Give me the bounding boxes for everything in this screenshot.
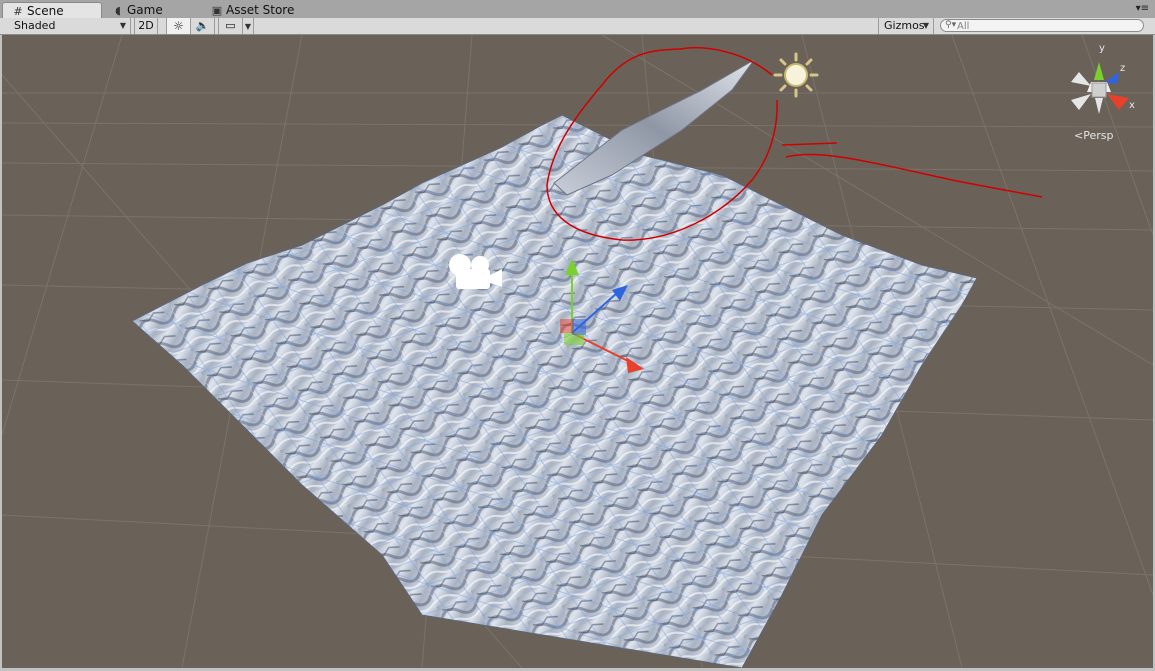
sun-icon: ☼ (173, 19, 184, 33)
gizmos-label: Gizmos (884, 19, 925, 32)
pacman-icon: ◖ (115, 4, 121, 17)
image-icon: ▭ (225, 19, 236, 32)
chevron-down-icon: ▼ (922, 21, 929, 30)
gizmos-dropdown[interactable]: Gizmos ▼ (878, 18, 934, 34)
scene-effects-toggle[interactable]: ▭ (218, 18, 243, 34)
effects-dropdown[interactable]: ▼ (243, 18, 254, 34)
hierarchy-search-input[interactable]: ⚲▾ All (940, 19, 1144, 32)
bag-icon: ▣ (211, 4, 223, 17)
chevron-down-icon: ▼ (119, 21, 126, 30)
window-tab-bar: # Scene ◖ Game ▣ Asset Store ▾≡ (0, 0, 1155, 19)
speaker-icon: 🔈 (195, 19, 210, 32)
axis-z-label: z (1120, 63, 1125, 74)
terrain-wireframe (132, 115, 977, 668)
chevron-down-icon: ▼ (244, 22, 252, 31)
tab-asset-store-label: Asset Store (226, 3, 295, 17)
projection-toggle[interactable]: <Persp (1074, 129, 1113, 142)
2d-toggle-button[interactable]: 2D (134, 18, 158, 34)
search-placeholder: All (957, 21, 970, 32)
render-mode-dropdown[interactable]: Shaded ▼ (0, 18, 131, 34)
axis-x-label: x (1129, 100, 1135, 111)
tab-asset-store[interactable]: ▣ Asset Store (211, 2, 321, 18)
2d-toggle-label: 2D (138, 19, 154, 32)
tab-scene-label: Scene (27, 4, 64, 18)
scene-canvas: y z x (2, 35, 1153, 668)
render-mode-label: Shaded (14, 19, 56, 32)
search-icon: ⚲▾ (945, 20, 957, 30)
chevron-left-icon: < (1074, 129, 1084, 142)
projection-label: Persp (1083, 129, 1114, 142)
tab-scene[interactable]: # Scene (2, 2, 102, 19)
scene-viewport[interactable]: y z x <Persp (2, 35, 1153, 668)
axis-y-label: y (1099, 43, 1105, 54)
sun-icon (773, 52, 819, 98)
scene-audio-toggle[interactable]: 🔈 (191, 18, 215, 34)
scene-toolbar: Shaded ▼ 2D ☼ 🔈 ▭ ▼ Gizmos ▼ ⚲▾ All (0, 18, 1155, 35)
scene-lighting-toggle[interactable]: ☼ (166, 18, 191, 34)
panel-menu-icon[interactable]: ▾≡ (1136, 3, 1149, 14)
tab-game[interactable]: ◖ Game (112, 2, 192, 18)
tab-game-label: Game (127, 3, 163, 17)
